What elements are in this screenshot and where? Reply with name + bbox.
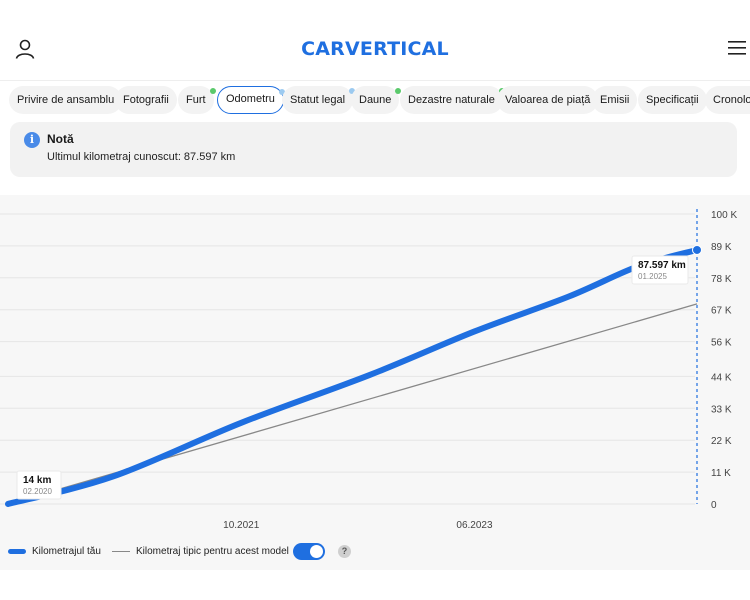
header: CARVERTICAL xyxy=(0,0,750,78)
help-icon[interactable]: ? xyxy=(338,545,351,558)
callout-date: 02.2020 xyxy=(23,487,52,496)
tab-emisii[interactable]: Emisii xyxy=(592,86,638,114)
y-tick-label: 33 K xyxy=(711,404,732,415)
tab-label: Emisii xyxy=(600,94,630,106)
tab-specificații[interactable]: Specificații xyxy=(638,86,707,114)
y-tick-label: 78 K xyxy=(711,274,732,285)
y-tick-label: 56 K xyxy=(711,338,732,349)
tab-label: Furt xyxy=(186,94,206,106)
latest-reading-point xyxy=(692,244,702,255)
tab-odometru[interactable]: Odometru xyxy=(217,86,285,114)
callout-value: 14 km xyxy=(23,475,51,486)
section-tabs: Privire de ansamblu Fotografii Furt Odometr… xyxy=(0,80,750,120)
legend-label-typical-mileage: Kilometraj tipic pentru acest model xyxy=(136,546,289,557)
tab-label: Dezastre naturale xyxy=(408,94,495,106)
typical-mileage-toggle[interactable] xyxy=(293,543,325,560)
y-tick-label: 22 K xyxy=(711,436,732,447)
note-panel: i Notă Ultimul kilometraj cunoscut: 87.5… xyxy=(10,122,737,177)
tab-label: Odometru xyxy=(226,93,275,105)
tab-label: Fotografii xyxy=(123,94,169,106)
tab-statut-legal[interactable]: Statut legal xyxy=(282,86,356,114)
y-tick-label: 11 K xyxy=(711,468,731,479)
your-mileage-line xyxy=(5,246,700,507)
tab-fotografii[interactable]: Fotografii xyxy=(115,86,177,114)
tab-privire-de-ansamblu[interactable]: Privire de ansamblu xyxy=(9,86,123,114)
legend-swatch-your-mileage xyxy=(8,548,26,554)
y-tick-label: 67 K xyxy=(711,306,732,317)
odometer-chart-svg: 100 K 89 K 78 K 67 K 56 K 44 K 33 K 22 K 11 K 0 10… xyxy=(0,209,737,531)
tab-dezastre-naturale[interactable]: Dezastre naturale xyxy=(400,86,505,114)
callout-value: 87.597 km xyxy=(638,260,686,271)
x-tick-label: 06.2023 xyxy=(456,520,493,531)
legend-swatch-typical-mileage xyxy=(112,550,130,553)
legend-item-typical-mileage[interactable]: Kilometraj tipic pentru acest model xyxy=(112,542,289,562)
info-icon: i xyxy=(24,132,40,148)
y-tick-label: 44 K xyxy=(711,372,732,383)
legend-item-your-mileage[interactable]: Kilometrajul tău xyxy=(8,542,101,562)
tab-label: Specificații xyxy=(646,94,699,106)
hamburger-menu-icon[interactable] xyxy=(728,40,746,56)
tab-label: Cronologie xyxy=(713,94,750,106)
note-title: Notă xyxy=(47,132,74,146)
reading-callout: 14 km02.2020 xyxy=(16,470,62,500)
tab-label: Daune xyxy=(359,94,392,106)
tab-cronologie[interactable]: Cronologie xyxy=(705,86,750,114)
y-tick-label: 0 xyxy=(711,500,717,511)
y-tick-label: 100 K xyxy=(711,210,737,221)
tab-furt[interactable]: Furt xyxy=(178,86,216,114)
x-tick-label: 10.2021 xyxy=(223,520,260,531)
tab-daune[interactable]: Daune xyxy=(351,86,402,114)
tab-label: Valoarea de piață xyxy=(505,94,591,106)
tab-valoarea-de-piață[interactable]: Valoarea de piață xyxy=(497,86,599,114)
reading-callout: 87.597 km01.2025 xyxy=(631,255,689,285)
note-text: Ultimul kilometraj cunoscut: 87.597 km xyxy=(47,151,236,163)
tab-label: Privire de ansamblu xyxy=(17,94,115,106)
legend-label-your-mileage: Kilometrajul tău xyxy=(32,546,101,557)
tab-status-dot xyxy=(209,88,216,94)
tab-label: Statut legal xyxy=(290,94,346,106)
callout-date: 01.2025 xyxy=(638,272,667,281)
y-tick-label: 89 K xyxy=(711,242,732,253)
carvertical-logo[interactable]: CARVERTICAL xyxy=(0,38,750,60)
odometer-chart: 100 K 89 K 78 K 67 K 56 K 44 K 33 K 22 K 11 K 0 10… xyxy=(0,195,750,570)
